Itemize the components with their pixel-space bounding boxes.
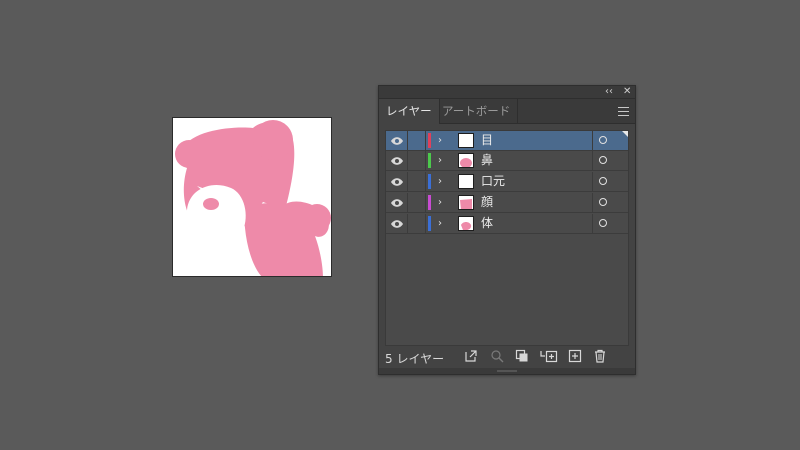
layer-row[interactable]: › 顔 bbox=[386, 193, 628, 213]
panel-tabs: レイヤー アートボード bbox=[379, 99, 635, 124]
target-circle-icon[interactable] bbox=[599, 156, 607, 164]
close-panel-icon[interactable]: ✕ bbox=[623, 85, 631, 98]
layer-color-swatch bbox=[428, 195, 431, 210]
visibility-eye-icon[interactable] bbox=[390, 155, 404, 167]
panel-menu-icon[interactable] bbox=[618, 107, 629, 116]
layer-row[interactable]: › 口元 bbox=[386, 172, 628, 192]
tab-artboards[interactable]: アートボード bbox=[435, 99, 519, 123]
layer-name[interactable]: 体 bbox=[481, 214, 493, 233]
export-icon[interactable] bbox=[464, 349, 478, 363]
visibility-eye-icon[interactable] bbox=[390, 176, 404, 188]
layer-thumbnail bbox=[458, 216, 474, 231]
layer-row[interactable]: › 鼻 bbox=[386, 151, 628, 171]
collapse-panel-icon[interactable]: ‹‹ bbox=[605, 85, 613, 98]
tab-layers[interactable]: レイヤー bbox=[379, 99, 440, 124]
layer-row[interactable]: › 体 bbox=[386, 214, 628, 234]
visibility-eye-icon[interactable] bbox=[390, 197, 404, 209]
layer-thumbnail bbox=[458, 153, 474, 168]
layer-color-swatch bbox=[428, 216, 431, 231]
bear-illustration bbox=[175, 120, 331, 276]
expand-chevron-icon[interactable]: › bbox=[438, 172, 442, 191]
layer-thumbnail bbox=[458, 195, 474, 210]
layer-thumbnail bbox=[458, 133, 474, 148]
target-circle-icon[interactable] bbox=[599, 219, 607, 227]
layer-name[interactable]: 口元 bbox=[481, 172, 505, 191]
new-sublayer-icon[interactable] bbox=[540, 349, 558, 363]
visibility-eye-icon[interactable] bbox=[390, 218, 404, 230]
layers-list: › 目 › 鼻 › 口元 › 顔 › 体 bbox=[385, 130, 629, 346]
layer-row[interactable]: › 目 bbox=[386, 131, 628, 151]
panel-resize-grip[interactable] bbox=[379, 368, 635, 374]
search-icon[interactable] bbox=[490, 349, 504, 363]
clipping-mask-icon[interactable] bbox=[515, 349, 529, 363]
layer-color-swatch bbox=[428, 133, 431, 148]
layer-color-swatch bbox=[428, 174, 431, 189]
layer-thumbnail bbox=[458, 174, 474, 189]
layer-name[interactable]: 顔 bbox=[481, 193, 493, 212]
expand-chevron-icon[interactable]: › bbox=[438, 151, 442, 170]
expand-chevron-icon[interactable]: › bbox=[438, 214, 442, 233]
layer-color-swatch bbox=[428, 153, 431, 168]
expand-chevron-icon[interactable]: › bbox=[438, 131, 442, 150]
new-layer-icon[interactable] bbox=[568, 349, 582, 363]
target-circle-icon[interactable] bbox=[599, 198, 607, 206]
target-circle-icon[interactable] bbox=[599, 177, 607, 185]
panel-titlebar: ‹‹ ✕ bbox=[379, 86, 635, 99]
trash-icon[interactable] bbox=[593, 349, 607, 363]
selection-corner-icon bbox=[622, 131, 628, 137]
artboard-canvas[interactable] bbox=[172, 117, 332, 277]
target-circle-icon[interactable] bbox=[599, 136, 607, 144]
layer-name[interactable]: 目 bbox=[481, 131, 493, 150]
layer-name[interactable]: 鼻 bbox=[481, 151, 493, 170]
panel-footer: 5 レイヤー bbox=[379, 346, 635, 368]
layers-panel: ‹‹ ✕ レイヤー アートボード › 目 › 鼻 › 口元 › 顔 › 体 5 … bbox=[378, 85, 636, 375]
expand-chevron-icon[interactable]: › bbox=[438, 193, 442, 212]
visibility-eye-icon[interactable] bbox=[390, 135, 404, 147]
layer-count: 5 レイヤー bbox=[385, 352, 445, 366]
